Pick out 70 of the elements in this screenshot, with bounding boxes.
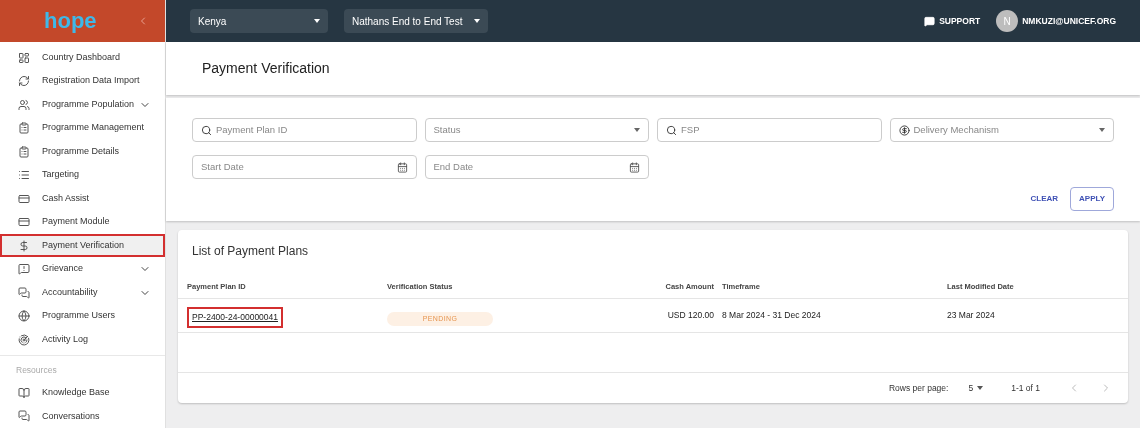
sidebar-item[interactable]: Payment Verification [0, 233, 165, 258]
rows-per-page-select[interactable]: 5 [968, 381, 984, 395]
list-icon [18, 169, 30, 181]
sidebar-item[interactable]: Programme Details [0, 139, 165, 164]
page-title: Payment Verification [202, 59, 330, 78]
sidebar-item[interactable]: Knowledge Base [0, 381, 165, 405]
dropdown-caret-icon [474, 19, 481, 23]
clear-button[interactable]: CLEAR [1026, 189, 1063, 209]
filter-input[interactable]: Delivery Mechanism [913, 122, 1099, 138]
section-label: Resources [15, 364, 58, 377]
sidebar-item[interactable]: Accountability [0, 280, 165, 305]
sidebar-item[interactable]: Grievance [0, 257, 165, 281]
sidebar-item[interactable]: Country Dashboard [0, 45, 165, 70]
filter-input[interactable]: Payment Plan ID [216, 122, 408, 138]
support-button[interactable]: SUPPORT [924, 14, 981, 28]
filter-field[interactable]: Start Date [192, 155, 417, 179]
filter-field[interactable]: Status [424, 118, 649, 142]
payment-plan-link[interactable]: PP-2400-24-00000041 [187, 307, 283, 328]
dropdown-caret-icon [1099, 128, 1105, 132]
table-cell-text: 23 Mar 2024 [947, 309, 996, 322]
search-icon [201, 124, 212, 136]
alert-icon [18, 263, 30, 275]
dropdown-caret-icon [314, 19, 320, 23]
sidebar-item[interactable]: Cash Assist [0, 186, 165, 211]
filter-field[interactable]: End Date [424, 155, 649, 179]
programme-select[interactable]: Nathans End to End Test [344, 9, 489, 33]
filter-input[interactable]: End Date [433, 159, 629, 175]
logo: hope [44, 9, 97, 32]
filter-field[interactable]: Delivery Mechanism [889, 118, 1114, 142]
sidebar-item[interactable]: Activity Log [0, 327, 165, 352]
apply-button[interactable]: APPLY [1070, 187, 1114, 211]
chat-icon [18, 286, 30, 299]
dashboard-icon [18, 51, 30, 64]
filter-field[interactable]: FSP [657, 118, 882, 142]
filter-input[interactable]: FSP [681, 122, 873, 138]
chat-icon [18, 410, 30, 423]
search-icon [666, 124, 677, 136]
calendar-icon [629, 161, 640, 173]
table-cell-text: USD 120.00 [666, 309, 715, 322]
card-icon [18, 192, 30, 205]
refresh-icon [18, 75, 30, 87]
globe-icon [18, 310, 30, 322]
sidebar-item[interactable]: Targeting [0, 163, 165, 187]
country-select[interactable]: Kenya [190, 9, 328, 33]
filter-input[interactable]: Status [433, 122, 634, 138]
filter-input[interactable]: Start Date [201, 159, 397, 175]
radar-icon [18, 333, 30, 346]
dropdown-caret-icon [634, 128, 640, 132]
page-range: 1-1 of 1 [1011, 381, 1040, 395]
clipboard-icon [18, 145, 30, 158]
rows-per-page-label: Rows per page: [888, 381, 949, 395]
calendar-icon [396, 161, 408, 173]
people-icon [18, 98, 30, 111]
sidebar-item[interactable]: Programme Population [0, 92, 165, 117]
sidebar-item[interactable]: Conversations [0, 404, 165, 428]
dollar-icon [898, 124, 910, 136]
dollar-icon [18, 239, 30, 252]
filter-field[interactable]: Payment Plan ID [192, 118, 417, 142]
card-icon [18, 216, 30, 228]
user-email[interactable]: NMKUZI@UNICEF.ORG [1022, 14, 1116, 28]
sidebar-item[interactable]: Programme Users [0, 304, 165, 328]
sidebar-item[interactable]: Registration Data Import [0, 69, 165, 93]
sidebar-item[interactable]: Programme Management [0, 116, 165, 140]
dropdown-caret-icon [977, 386, 984, 390]
table-cell-text: 8 Mar 2024 - 31 Dec 2024 [722, 309, 822, 322]
table-title: List of Payment Plans [191, 243, 310, 260]
sidebar-item[interactable]: Payment Module [0, 210, 165, 234]
clipboard-icon [18, 122, 30, 134]
book-icon [18, 386, 30, 399]
chat-icon [924, 15, 936, 27]
